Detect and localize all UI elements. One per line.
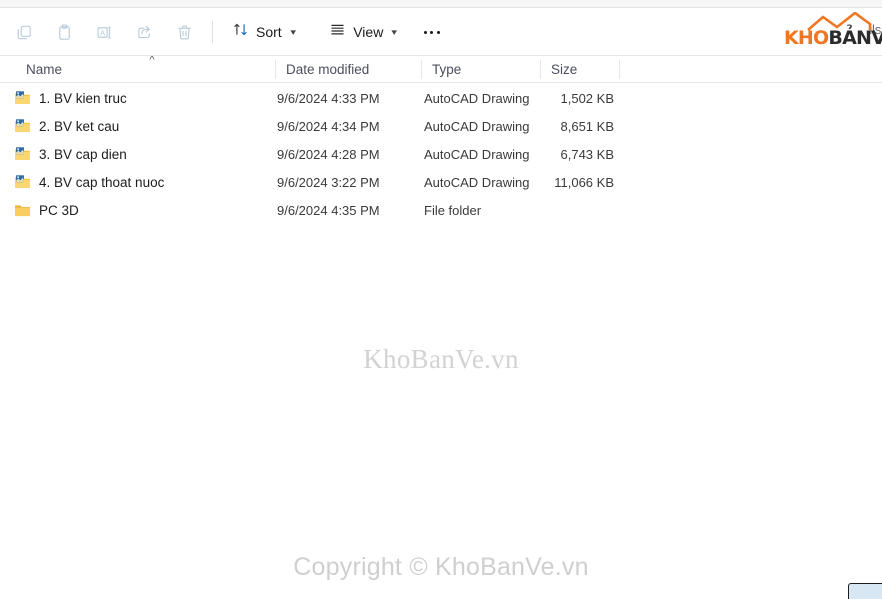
command-bar: A Sort ▾ View ▾ [0,9,882,55]
file-type-cell: AutoCAD Drawing [424,90,530,106]
share-icon [135,23,154,42]
folder-icon [14,202,31,219]
svg-text:A: A [100,28,106,37]
copy-button[interactable] [4,16,44,48]
ellipsis-dot [423,30,427,34]
file-date-cell: 9/6/2024 4:35 PM [277,202,380,218]
file-row[interactable]: 4. BV cap thoat nuoc 9/6/2024 3:22 PM Auto… [0,168,882,196]
sort-icon [232,21,249,43]
file-type-cell: File folder [424,202,482,218]
delete-button[interactable] [164,16,204,48]
center-watermark: KhoBanVe.vn [363,344,519,374]
file-date-cell: 9/6/2024 3:22 PM [277,174,380,190]
file-explorer-window: A Sort ▾ View ▾ .ils KHOBẢNV ^ Name Date… [0,0,882,599]
column-header-type[interactable]: Type [422,56,540,83]
more-options-button[interactable] [412,16,452,48]
file-size-cell [541,196,614,224]
copyright-watermark: Copyright © KhoBanVe.vn [293,553,589,581]
sort-button[interactable]: Sort ▾ [223,16,304,48]
file-row[interactable]: 2. BV ket cau 9/6/2024 4:34 PM AutoCAD Dra… [0,112,882,140]
delete-icon [175,23,194,42]
column-header-row: ^ Name Date modified Type Size [0,55,882,83]
brand-wordmark: KHOBẢNVẼ [784,29,882,48]
file-name-label: PC 3D [39,202,79,218]
file-size-cell: 1,502 KB [560,90,615,106]
file-name-label: 4. BV cap thoat nuoc [39,174,165,190]
file-type-cell: AutoCAD Drawing [424,118,530,134]
view-label: View [353,24,384,40]
column-header-name-label: Name [26,62,63,77]
column-header-size-label: Size [551,62,578,77]
brand-banve: BẢNVẼ [828,27,882,49]
paste-button[interactable] [44,16,84,48]
ellipsis-dot [430,30,434,34]
file-row[interactable]: 1. BV kien truc 9/6/2024 4:33 PM AutoCAD D… [0,84,882,112]
chevron-down-icon: ▾ [290,26,296,37]
khobanve-logo: .ils KHOBẢNVẼ [778,8,882,52]
window-top-strip [0,0,882,8]
column-header-type-label: Type [432,62,462,77]
file-size-cell: 8,651 KB [560,118,615,134]
sort-label: Sort [256,24,282,40]
file-name-label: 2. BV ket cau [39,118,120,134]
column-header-name[interactable]: Name [16,56,275,83]
autocad-drawing-icon [14,118,31,135]
file-date-cell: 9/6/2024 4:33 PM [277,90,380,106]
rename-icon: A [95,23,114,42]
file-date-cell: 9/6/2024 4:28 PM [277,146,380,162]
file-size-cell: 6,743 KB [560,146,615,162]
file-name-cell[interactable]: 3. BV cap dien [0,140,127,168]
ellipsis-dot [436,30,440,34]
file-name-label: 3. BV cap dien [39,146,127,162]
paste-icon [55,23,74,42]
column-header-date-label: Date modified [286,62,370,77]
view-button[interactable]: View ▾ [320,16,406,48]
file-name-cell[interactable]: 2. BV ket cau [0,112,119,140]
file-row[interactable]: PC 3D 9/6/2024 4:35 PM File folder [0,196,882,224]
toolbar-divider [212,21,213,43]
file-name-label: 1. BV kien truc [39,90,127,106]
chevron-down-icon: ▾ [391,26,398,37]
autocad-drawing-icon [14,90,31,107]
file-type-cell: AutoCAD Drawing [424,146,530,162]
file-name-cell[interactable]: 4. BV cap thoat nuoc [0,168,164,196]
file-list: 1. BV kien truc 9/6/2024 4:33 PM AutoCAD D… [0,84,882,564]
column-header-date-modified[interactable]: Date modified [276,56,422,83]
file-name-cell[interactable]: PC 3D [0,196,79,224]
column-header-size[interactable]: Size [541,56,619,83]
file-row[interactable]: 3. BV cap dien 9/6/2024 4:28 PM AutoCAD Dr… [0,140,882,168]
share-button[interactable] [124,16,164,48]
brand-kho: KHO [784,27,829,49]
column-divider[interactable] [619,60,620,79]
autocad-drawing-icon [14,174,31,191]
file-type-cell: AutoCAD Drawing [424,174,530,190]
view-icon [329,21,346,43]
copy-icon [15,23,34,42]
view-mode-toggle[interactable] [848,583,882,599]
file-size-cell: 11,066 KB [554,174,614,190]
file-name-cell[interactable]: 1. BV kien truc [0,84,127,112]
rename-button[interactable]: A [84,16,124,48]
file-date-cell: 9/6/2024 4:34 PM [277,118,380,134]
autocad-drawing-icon [14,146,31,163]
